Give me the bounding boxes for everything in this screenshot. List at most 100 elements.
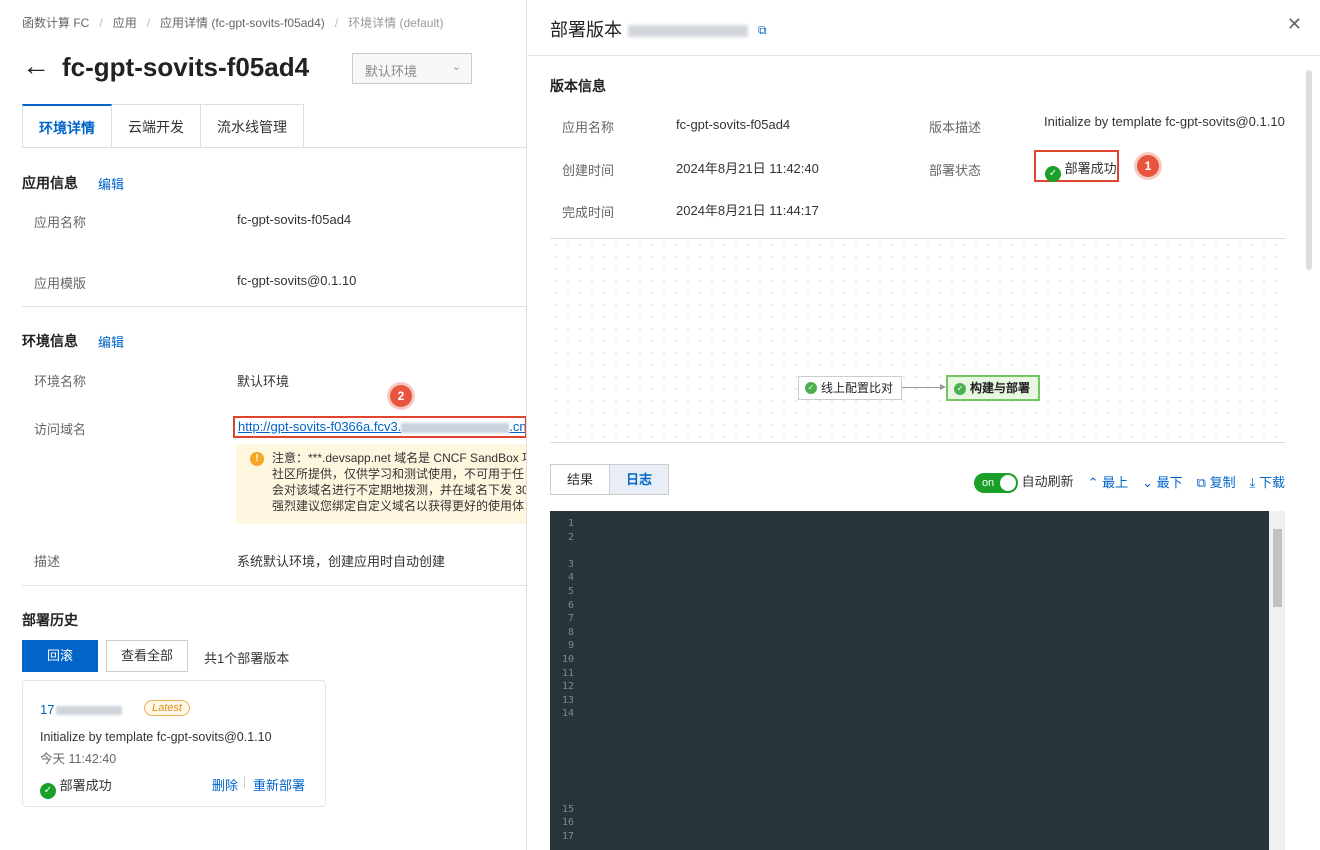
flow-node-label: 线上配置比对: [821, 381, 894, 395]
drawer-scrollbar[interactable]: [1306, 56, 1312, 850]
success-check-icon: ✓: [954, 383, 966, 395]
auto-refresh-toggle[interactable]: on: [973, 472, 1018, 493]
flow-node-config-compare[interactable]: ✓ 线上配置比对: [798, 376, 903, 400]
panel-finished-value: 2024年8月21日 11:44:17: [676, 203, 819, 218]
version-status: ✓ 部署成功: [40, 775, 112, 799]
log-scrollbar[interactable]: [1269, 511, 1285, 850]
copy-button[interactable]: ⧉ 复制: [1197, 472, 1236, 491]
log-line-number: 14: [561, 708, 574, 720]
log-line-number: 2: [567, 531, 574, 543]
log-line-number: 11: [561, 667, 574, 679]
view-all-button[interactable]: 查看全部: [106, 640, 188, 672]
app-template-value: fc-gpt-sovits@0.1.10: [237, 273, 357, 288]
app-name-label: 应用名称: [34, 215, 87, 230]
tab-divider: [22, 147, 526, 148]
back-arrow-icon[interactable]: ←: [22, 52, 50, 80]
panel-created-value: 2024年8月21日 11:42:40: [676, 161, 819, 176]
version-status-text: 部署成功: [59, 778, 112, 793]
log-line-number: 12: [561, 681, 574, 693]
copy-icon: ⧉: [1196, 475, 1206, 491]
success-check-icon: ✓: [1045, 166, 1061, 182]
log-toolbar: on 自动刷新 ⌃ 最上 ⌄ 最下 ⧉ 复制 ⤓ 下载: [973, 471, 1285, 493]
version-time: 今天 11:42:40: [40, 752, 117, 766]
success-check-icon: ✓: [805, 382, 817, 394]
redacted-blur: [628, 25, 748, 38]
breadcrumb-env-detail: 环境详情 (default): [348, 16, 444, 30]
drawer-header: 部署版本 ⧉ ✕: [528, 0, 1320, 56]
close-icon[interactable]: ✕: [1287, 14, 1302, 35]
scroll-top-label: 最上: [1102, 475, 1129, 491]
breadcrumb-fc[interactable]: 函数计算 FC: [22, 16, 89, 30]
env-detail-page: 函数计算 FC / 应用 / 应用详情 (fc-gpt-sovits-f05ad4) / 环…: [0, 0, 527, 850]
tab-env-detail[interactable]: 环境详情: [22, 104, 112, 148]
domain-label: 访问域名: [34, 422, 87, 437]
deploy-version-card[interactable]: 17 Latest Initialize by template fc-gpt-…: [22, 680, 326, 807]
page-title: fc-gpt-sovits-f05ad4: [62, 52, 310, 82]
env-name-label: 环境名称: [34, 374, 87, 389]
domain-link[interactable]: http://gpt-sovits-f0366a.fcv3. .cn-ha: [233, 416, 527, 438]
breadcrumb-app-detail[interactable]: 应用详情 (fc-gpt-sovits-f05ad4): [160, 16, 325, 30]
drawer-title-text: 部署版本: [550, 20, 622, 40]
deploy-version-drawer: 部署版本 ⧉ ✕ 版本信息 应用名称 fc-gpt-sovits-f05ad4 版…: [528, 0, 1320, 850]
log-line-number: 8: [567, 626, 574, 638]
download-button[interactable]: ⤓ 下载: [1250, 472, 1285, 491]
warning-line: 强烈建议您绑定自定义域名以获得更好的使用体: [272, 499, 525, 513]
warning-line: 注意：***.devsapp.net 域名是 CNCF SandBox 项: [272, 451, 527, 465]
panel-app-name-value: fc-gpt-sovits-f05ad4: [676, 117, 791, 132]
panel-finished-label: 完成时间: [562, 205, 615, 220]
breadcrumb-apps[interactable]: 应用: [113, 16, 137, 30]
version-id-prefix: 17: [40, 702, 55, 717]
download-icon: ⤓: [1249, 475, 1256, 491]
domain-suffix: .cn-ha: [509, 419, 527, 434]
deploy-history-title: 部署历史: [22, 612, 78, 628]
panel-status-label: 部署状态: [929, 163, 982, 178]
panel-status-text: 部署成功: [1064, 161, 1117, 176]
redeploy-link[interactable]: 重新部署: [253, 775, 305, 794]
domain-prefix: http://gpt-sovits-f0366a.fcv3.: [238, 419, 402, 434]
warning-line: 社区所提供，仅供学习和测试使用，不可用于任: [272, 467, 525, 481]
log-line-numbers: 1 2 3 4 5 6 7 8 9 10 11 12 13 14 15 16 17: [550, 511, 574, 850]
version-desc: Initialize by template fc-gpt-sovits@0.1…: [40, 730, 272, 744]
desc-value: 系统默认环境，创建应用时自动创建: [237, 554, 446, 569]
external-link-icon[interactable]: ⧉: [758, 23, 767, 38]
log-line-number: 7: [567, 613, 574, 625]
app-info-title: 应用信息: [22, 175, 78, 191]
warning-line: 会对该域名进行不定期地拨测，并在域名下发 30: [272, 483, 527, 497]
tab-log[interactable]: 日志: [610, 464, 670, 495]
panel-created-label: 创建时间: [562, 163, 615, 178]
rollback-button[interactable]: 回滚: [22, 640, 98, 672]
redacted-blur: [56, 706, 123, 716]
tab-result[interactable]: 结果: [550, 464, 611, 495]
scroll-top-button[interactable]: ⌃ 最上: [1088, 472, 1129, 491]
desc-label: 描述: [34, 554, 61, 569]
latest-badge: Latest: [144, 700, 190, 716]
pipeline-flow-canvas: ✓ 线上配置比对 ✓ 构建与部署: [550, 238, 1285, 443]
log-line-number: 6: [567, 599, 574, 611]
auto-refresh-label: 自动刷新: [1021, 474, 1074, 489]
delete-link[interactable]: 删除: [212, 775, 238, 794]
tab-cloud-dev[interactable]: 云端开发: [112, 104, 201, 148]
env-name-value: 默认环境: [237, 374, 290, 389]
tab-bar: 环境详情 云端开发 流水线管理: [22, 104, 304, 148]
copy-label: 复制: [1209, 475, 1236, 491]
app-info-edit-link[interactable]: 编辑: [98, 174, 124, 193]
version-count: 共1个部署版本: [204, 651, 290, 666]
scroll-bottom-button[interactable]: ⌄ 最下: [1142, 472, 1183, 491]
env-info-edit-link[interactable]: 编辑: [98, 332, 124, 351]
env-info-title: 环境信息: [22, 333, 78, 349]
chevron-up-icon: ⌃: [1087, 475, 1099, 491]
log-line-number: 15: [561, 803, 574, 815]
divider: [244, 776, 245, 788]
chevron-down-icon: ⌄: [1142, 475, 1154, 491]
log-view-toggle: 结果 日志: [550, 464, 670, 495]
auto-refresh-control: on 自动刷新: [973, 471, 1074, 493]
version-info-title: 版本信息: [550, 78, 606, 94]
tab-pipeline[interactable]: 流水线管理: [201, 104, 304, 148]
version-id-link[interactable]: 17: [40, 702, 123, 717]
drawer-title: 部署版本 ⧉: [550, 16, 767, 42]
env-select[interactable]: 默认环境 ⌄: [352, 53, 472, 84]
divider: [22, 585, 526, 586]
flow-node-build-deploy[interactable]: ✓ 构建与部署: [946, 375, 1041, 401]
log-terminal[interactable]: 1234567891011121314151617 FC Invoke Star…: [550, 511, 1285, 850]
panel-desc-label: 版本描述: [929, 120, 982, 135]
